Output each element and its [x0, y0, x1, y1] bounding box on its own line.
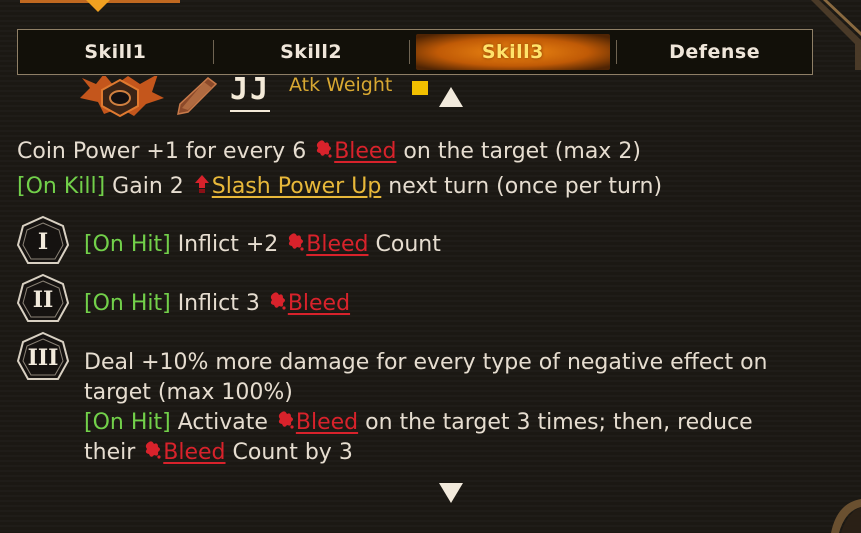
- coin-2-numeral: II: [32, 287, 54, 313]
- bleed-keyword[interactable]: Bleed: [306, 232, 368, 257]
- bleed-keyword[interactable]: Bleed: [334, 139, 396, 164]
- bleed-icon: [270, 292, 286, 310]
- effect-text: Count by 3: [225, 440, 353, 465]
- tab-divider: [408, 40, 410, 64]
- tab-skill2[interactable]: Skill2: [214, 30, 409, 74]
- tab-skill1[interactable]: Skill1: [18, 30, 213, 74]
- slash-power-up-icon: [194, 175, 209, 193]
- scroll-up-icon[interactable]: [437, 85, 465, 109]
- coin-1-numeral: I: [37, 229, 49, 255]
- effect-text: Inflict +2: [170, 232, 286, 257]
- effect-text: Activate: [170, 410, 275, 435]
- bleed-icon: [289, 233, 304, 251]
- bleed-keyword[interactable]: Bleed: [296, 410, 358, 435]
- atk-weight-label: Atk Weight: [289, 76, 393, 96]
- on-hit-tag: [On Hit]: [84, 410, 171, 435]
- frame-corner-bottom-decoration: [831, 499, 861, 533]
- coin-3-numeral: III: [27, 345, 59, 371]
- bleed-icon: [317, 140, 332, 158]
- effect-text: Gain 2: [105, 174, 191, 199]
- coin-2-effect: [On Hit] Inflict 3 Bleed: [84, 291, 350, 316]
- on-kill-tag: [On Kill]: [17, 174, 106, 199]
- bleed-icon: [146, 441, 161, 459]
- scroll-down-icon[interactable]: [437, 481, 465, 505]
- atk-weight-pip: [412, 81, 428, 95]
- weapon-icon: [177, 77, 218, 115]
- effect-text: on the target (max 2): [396, 139, 641, 164]
- tab-defense[interactable]: Defense: [617, 30, 812, 74]
- coin-1-effect: [On Hit] Inflict +2 Bleed Count: [84, 232, 441, 257]
- coin-3-effect-line1: Deal +10% more damage for every type of …: [84, 350, 768, 375]
- on-hit-tag: [On Hit]: [84, 232, 171, 257]
- bleed-icon: [278, 411, 294, 429]
- effect-text: on the target 3 times; then, reduce: [358, 410, 753, 435]
- effect-text: next turn (once per turn): [381, 174, 663, 199]
- effect-text: Inflict 3: [170, 291, 267, 316]
- coin-3-effect-line4: their Bleed Count by 3: [84, 440, 353, 465]
- effect-text: Coin Power +1 for every 6: [17, 139, 314, 164]
- effect-text: their: [84, 440, 143, 465]
- skill-level-text: JJ: [230, 76, 271, 112]
- coin-3-effect-line3: [On Hit] Activate Bleed on the target 3 …: [84, 410, 753, 435]
- on-hit-tag: [On Hit]: [84, 291, 171, 316]
- effect-text: Count: [368, 232, 441, 257]
- effect-line-on-kill: [On Kill] Gain 2 Slash Power Up next tur…: [17, 174, 662, 199]
- skill-tab-bar: Skill1 Skill2 Skill3 Defense: [17, 29, 813, 75]
- selection-marker-icon: [86, 0, 110, 12]
- bleed-keyword[interactable]: Bleed: [288, 291, 350, 316]
- tab-skill3[interactable]: Skill3: [415, 34, 611, 70]
- effect-line-coin-power: Coin Power +1 for every 6 Bleed on the t…: [17, 139, 641, 164]
- skill-emblem-icon: [80, 76, 164, 118]
- skill-header: JJ Atk Weight: [70, 76, 490, 120]
- slash-power-up-keyword[interactable]: Slash Power Up: [212, 174, 382, 199]
- coin-3-effect-line2: target (max 100%): [84, 380, 293, 405]
- bleed-keyword[interactable]: Bleed: [163, 440, 225, 465]
